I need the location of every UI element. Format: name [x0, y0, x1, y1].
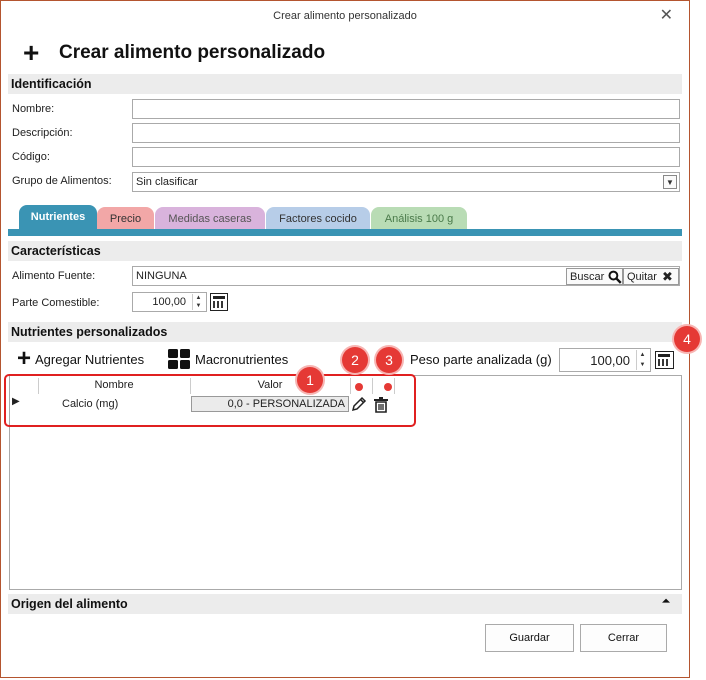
calculator-icon[interactable] — [655, 351, 674, 369]
comestible-value: 100,00 — [152, 296, 186, 308]
grupo-select[interactable]: Sin clasificar ▼ — [132, 172, 680, 192]
window-title: Crear alimento personalizado — [273, 10, 417, 22]
annotation-badge-4: 4 — [674, 326, 700, 352]
nombre-label: Nombre: — [12, 103, 55, 115]
peso-value: 100,00 — [590, 353, 630, 368]
agregar-label: Agregar Nutrientes — [35, 351, 145, 367]
updown-icon[interactable]: ▲ ▼ — [192, 294, 204, 310]
grupo-label: Grupo de Alimentos: — [12, 175, 112, 187]
section-nutrientes: Nutrientes personalizados — [8, 322, 682, 342]
title-bar: Crear alimento personalizado ✕ — [1, 1, 689, 31]
grupo-select-value: Sin clasificar — [136, 176, 198, 188]
descripcion-label: Descripción: — [12, 127, 73, 139]
updown-icon[interactable]: ▲ ▼ — [636, 350, 648, 370]
quitar-button[interactable]: Quitar ✖ — [623, 268, 679, 285]
origen-title: Origen del alimento — [11, 597, 128, 611]
section-identificacion: Identificación — [8, 74, 682, 94]
comestible-label: Parte Comestible: — [12, 297, 100, 309]
close-icon[interactable]: ✕ — [660, 7, 673, 25]
agregar-nutrientes-button[interactable]: + Agregar Nutrientes — [17, 345, 145, 372]
grid-icon — [168, 349, 190, 369]
tab-precio[interactable]: Precio — [97, 207, 154, 230]
comestible-stepper[interactable]: 100,00 ▲ ▼ — [132, 292, 207, 312]
calculator-icon[interactable] — [210, 293, 228, 311]
descripcion-field[interactable] — [132, 123, 680, 143]
buscar-button[interactable]: Buscar — [566, 268, 623, 285]
guardar-button[interactable]: Guardar — [485, 624, 574, 652]
peso-stepper[interactable]: 100,00 ▲ ▼ — [559, 348, 651, 372]
plus-icon: + — [23, 37, 40, 68]
annotation-highlight-box — [4, 374, 416, 427]
annotation-badge-2: 2 — [342, 347, 368, 373]
page-title: Crear alimento personalizado — [59, 42, 326, 63]
macronutrientes-button[interactable]: Macronutrientes — [168, 349, 288, 369]
codigo-label: Código: — [12, 151, 50, 163]
macronutrientes-label: Macronutrientes — [195, 351, 289, 367]
chevron-down-icon[interactable]: ▼ — [663, 175, 677, 189]
collapse-icon[interactable]: ⏶ — [662, 596, 670, 607]
peso-label: Peso parte analizada (g) — [410, 352, 552, 367]
fuente-value: NINGUNA — [136, 270, 187, 282]
tab-nutrientes[interactable]: Nutrientes — [19, 205, 97, 230]
buscar-label: Buscar — [570, 270, 605, 283]
tab-strip — [8, 229, 682, 236]
annotation-dot-3 — [384, 383, 392, 391]
nombre-field[interactable] — [132, 99, 680, 119]
tab-medidas-caseras[interactable]: Medidas caseras — [155, 207, 265, 230]
tab-factores-cocido[interactable]: Factores cocido — [266, 207, 370, 230]
section-caracteristicas: Características — [8, 241, 682, 261]
annotation-badge-1: 1 — [297, 367, 323, 393]
section-origen[interactable]: Origen del alimento ⏶ — [8, 594, 682, 614]
annotation-badge-3: 3 — [376, 347, 402, 373]
codigo-field[interactable] — [132, 147, 680, 167]
quitar-label: Quitar — [627, 270, 657, 283]
cerrar-button[interactable]: Cerrar — [580, 624, 667, 652]
fuente-label: Alimento Fuente: — [12, 270, 96, 282]
dialog-window: Crear alimento personalizado ✕ + Crear a… — [0, 0, 690, 678]
search-icon — [608, 270, 622, 284]
close-icon: ✖ — [661, 268, 673, 284]
page-header: + Crear alimento personalizado — [23, 39, 325, 67]
plus-icon: + — [17, 345, 32, 372]
annotation-dot-2 — [355, 383, 363, 391]
tab-analisis[interactable]: Análisis 100 g — [371, 207, 467, 230]
